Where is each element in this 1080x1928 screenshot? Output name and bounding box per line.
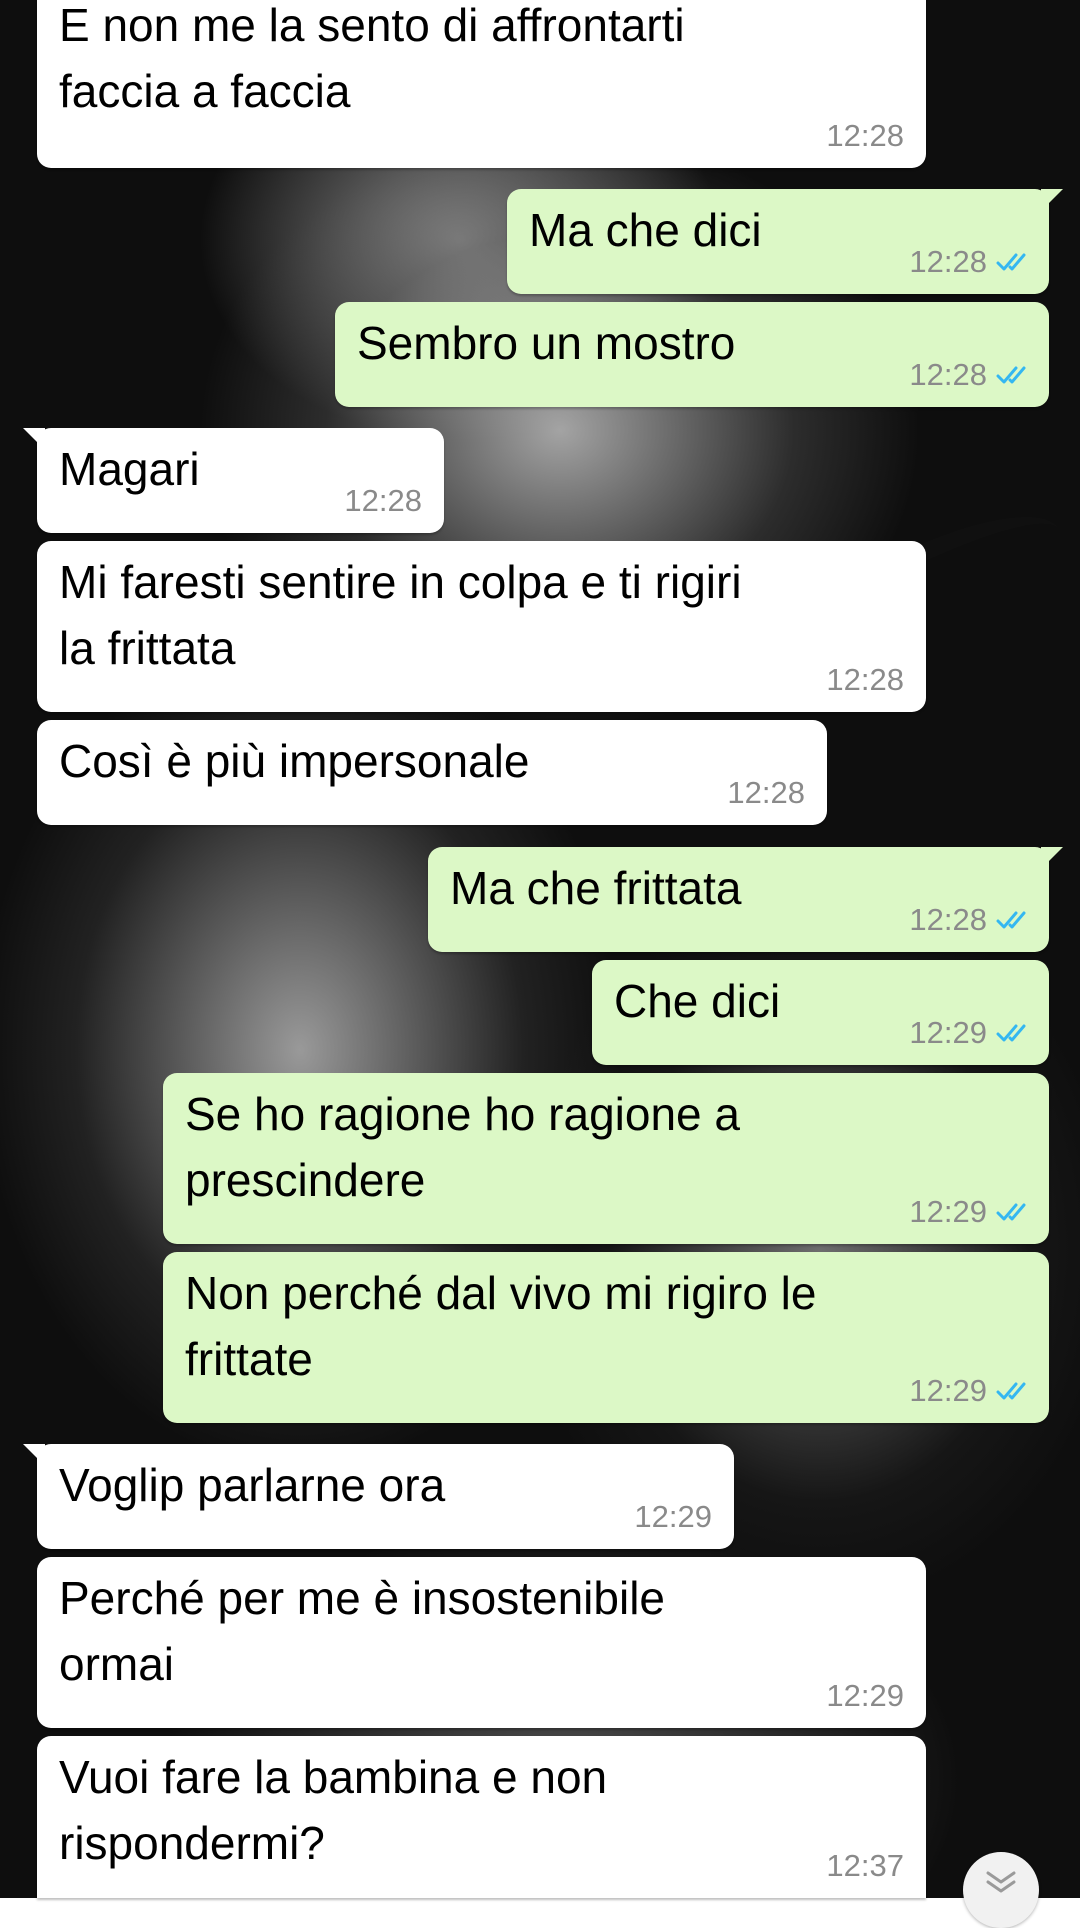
message-time: 12:28 [826,662,904,697]
message-text: Così è più impersonale [59,735,530,787]
message-text: Perché per me è insostenibile ormai [59,1572,665,1690]
double-check-icon [996,253,1026,271]
outgoing-message[interactable]: Che dici 12:29 [592,960,1049,1065]
message-text: Non perché dal vivo mi rigiro le frittat… [185,1267,817,1385]
message-time: 12:28 [727,775,805,810]
double-check-icon [996,911,1026,929]
outgoing-message[interactable]: Se ho ragione ho ragione a prescindere 1… [163,1073,1049,1244]
incoming-message[interactable]: Perché per me è insostenibile ormai 12:2… [37,1557,926,1728]
incoming-message[interactable]: Così è più impersonale 12:28 [37,720,827,825]
double-check-icon [996,366,1026,384]
outgoing-message[interactable]: Non perché dal vivo mi rigiro le frittat… [163,1252,1049,1423]
incoming-message[interactable]: E non me la sento di affrontarti faccia … [37,0,926,168]
message-time: 12:29 [909,1373,987,1408]
double-check-icon [996,1203,1026,1221]
double-check-icon [996,1024,1026,1042]
message-time: 12:28 [344,483,422,518]
message-time: 12:29 [909,1015,987,1050]
double-check-icon [996,1382,1026,1400]
message-text: Voglip parlarne ora [59,1459,446,1511]
outgoing-message[interactable]: Ma che dici 12:28 [507,189,1063,294]
scroll-to-bottom-button[interactable] [963,1852,1039,1928]
message-time: 12:29 [909,1194,987,1229]
message-time: 12:29 [826,1678,904,1713]
message-text: Se ho ragione ho ragione a prescindere [185,1088,740,1206]
outgoing-message[interactable]: Sembro un mostro 12:28 [335,302,1049,407]
message-text: Vuoi fare la bambina e non rispondermi? [59,1751,608,1869]
bubble-tail [23,428,45,450]
outgoing-message[interactable]: Ma che frittata 12:28 [428,847,1063,952]
incoming-message[interactable]: Vuoi fare la bambina e non rispondermi? … [37,1736,926,1898]
bubble-tail [1041,189,1063,211]
message-time: 12:28 [909,244,987,279]
bubble-tail [23,1444,45,1466]
incoming-message[interactable]: Voglip parlarne ora 12:29 [23,1444,734,1549]
message-time: 12:37 [826,1848,904,1883]
message-text: Mi faresti sentire in colpa e ti rigiri … [59,556,742,674]
incoming-message[interactable]: Mi faresti sentire in colpa e ti rigiri … [37,541,926,712]
message-text: E non me la sento di affrontarti faccia … [59,0,685,117]
double-chevron-down-icon [986,1871,1016,1893]
message-time: 12:28 [826,118,904,153]
message-time: 12:28 [909,357,987,392]
message-time: 12:28 [909,902,987,937]
incoming-message[interactable]: Magari 12:28 [23,428,444,533]
bubble-tail [1041,847,1063,869]
message-time: 12:29 [634,1499,712,1534]
